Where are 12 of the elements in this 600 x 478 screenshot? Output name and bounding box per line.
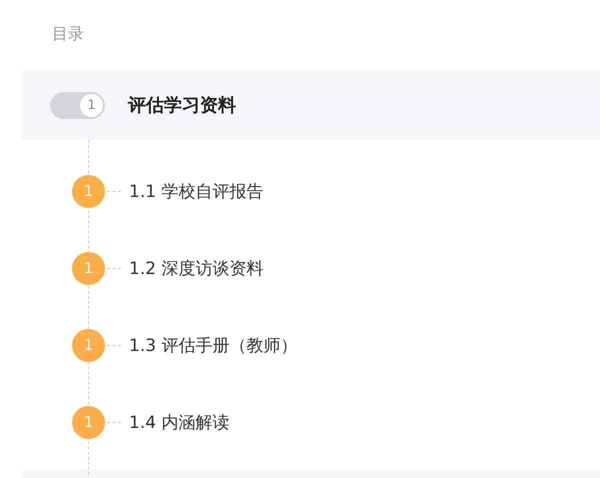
toc-item[interactable]: 1.3 评估手册（教师） [129, 334, 298, 356]
toc-heading: 目录 [52, 23, 85, 45]
count-toggle: 1 [50, 92, 105, 118]
section-title: 评估学习资料 [128, 94, 236, 117]
count-badge: 1 [72, 252, 105, 284]
count-badge: 1 [72, 328, 105, 362]
count-badge: 1 [72, 406, 105, 438]
section-header[interactable]: 1 评估学习资料 [22, 70, 600, 140]
toc-item[interactable]: 1.2 深度访谈资料 [129, 256, 264, 280]
toc-item[interactable]: 1.1 学校自评报告 [129, 180, 264, 202]
count-badge: 1 [72, 174, 105, 208]
toc-item[interactable]: 1.4 内涵解读 [129, 410, 230, 434]
